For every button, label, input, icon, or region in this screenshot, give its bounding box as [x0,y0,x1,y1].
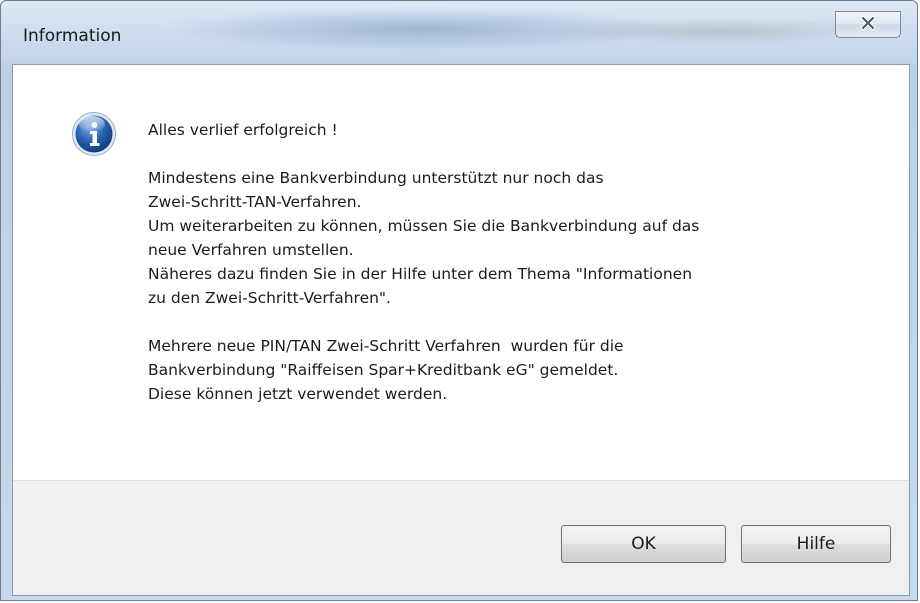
window-title: Information [23,26,122,46]
message-line: Diese können jetzt verwendet werden. [148,385,448,403]
message-line: Mindestens eine Bankverbindung unterstüt… [148,169,604,187]
message-line: Näheres dazu finden Sie in der Hilfe unt… [148,265,693,283]
close-button[interactable] [835,11,901,38]
ok-button[interactable]: OK [561,525,726,563]
message-line: Alles verlief erfolgreich ! [148,121,338,139]
message-line: zu den Zwei-Schritt-Verfahren". [148,289,391,307]
title-bar[interactable]: Information [1,1,917,63]
message-text: Alles verlief erfolgreich ! Mindestens e… [148,118,888,406]
close-x-icon [860,15,876,34]
message-line: Mehrere neue PIN/TAN Zwei-Schritt Verfah… [148,337,624,355]
help-button[interactable]: Hilfe [741,525,891,563]
message-line: Um weiterarbeiten zu können, müssen Sie … [148,217,700,235]
message-line: neue Verfahren umstellen. [148,241,354,259]
message-line: Bankverbindung "Raiffeisen Spar+Kreditba… [148,361,619,379]
message-line: Zwei-Schritt-TAN-Verfahren. [148,193,362,211]
button-bar: OK Hilfe [13,480,909,595]
info-icon [71,111,117,157]
dialog-content: Alles verlief erfolgreich ! Mindestens e… [12,64,910,596]
dialog-window: Information Alles verlief erfolgreich ! … [0,0,918,601]
